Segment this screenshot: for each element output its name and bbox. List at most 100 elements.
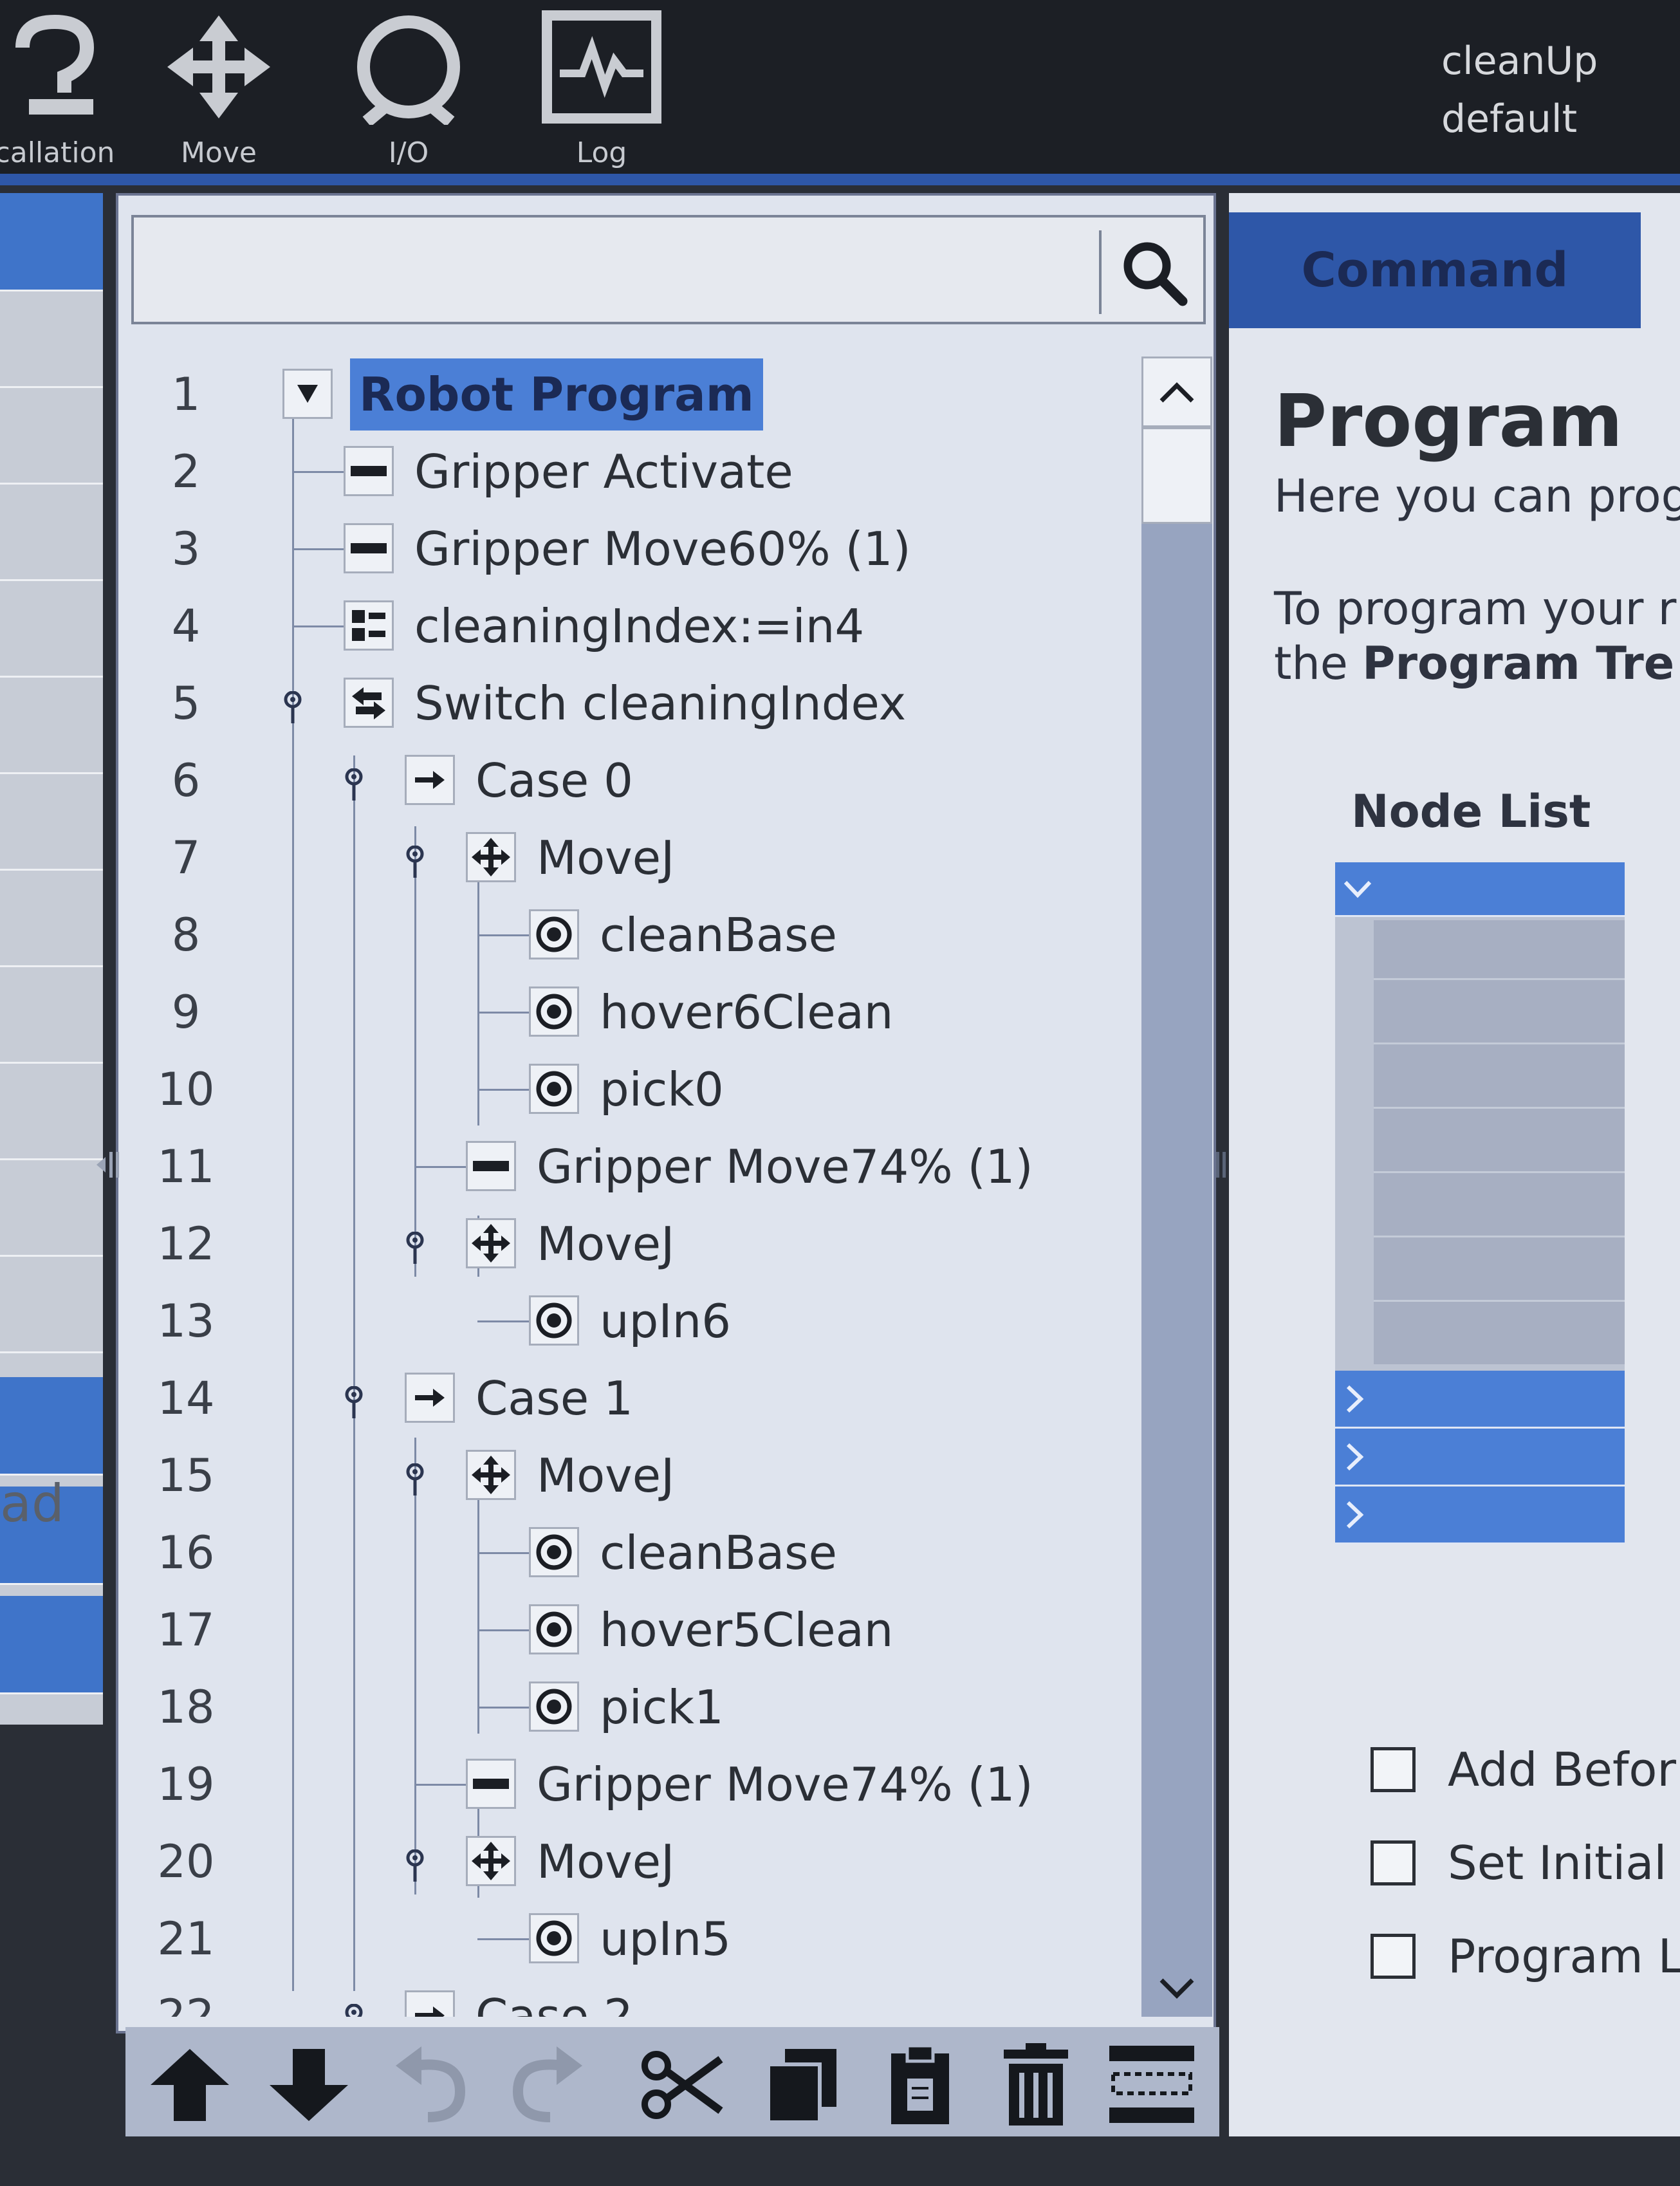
tree-row[interactable]: 11 Gripper Move74% (1): [131, 1129, 1141, 1205]
left-panel-row[interactable]: [0, 483, 103, 581]
tree-node-label[interactable]: pick0: [600, 1051, 724, 1127]
left-panel-row[interactable]: [0, 1377, 103, 1476]
node-list-item-collapsed[interactable]: [1335, 1487, 1625, 1544]
tree-row[interactable]: 10 pick0: [131, 1051, 1141, 1127]
program-loop-checkbox[interactable]: [1371, 1934, 1416, 1979]
move-down-button[interactable]: [261, 2040, 357, 2130]
undo-button[interactable]: [383, 2040, 479, 2130]
tree-row[interactable]: 2 Gripper Activate: [131, 434, 1141, 510]
breakpoint-pin-icon[interactable]: [344, 1386, 364, 1425]
left-panel-row[interactable]: [0, 1062, 103, 1160]
breakpoint-pin-icon[interactable]: [344, 768, 364, 807]
left-panel-row[interactable]: [0, 1158, 103, 1257]
move-tab-button[interactable]: Move: [148, 0, 290, 174]
left-panel-row[interactable]: [0, 1255, 103, 1353]
tree-node-label[interactable]: MoveJ: [537, 1824, 674, 1900]
tree-node-label[interactable]: hover6Clean: [600, 974, 893, 1050]
tree-toolbar: [125, 2027, 1219, 2136]
tree-row[interactable]: 21 upIn5: [131, 1901, 1141, 1977]
node-list-item-expanded[interactable]: [1335, 862, 1625, 917]
tree-row[interactable]: 6 Case 0: [131, 743, 1141, 819]
tree-scrollbar[interactable]: [1141, 357, 1219, 2017]
tree-node-label[interactable]: Gripper Activate: [414, 434, 793, 510]
tree-row[interactable]: 14 Case 1: [131, 1360, 1141, 1436]
copy-button[interactable]: [753, 2040, 849, 2130]
left-panel-row[interactable]: [0, 290, 103, 388]
tree-row[interactable]: 7 MoveJ: [131, 820, 1141, 896]
tree-row[interactable]: 9 hover6Clean: [131, 974, 1141, 1050]
breakpoint-pin-icon[interactable]: [405, 846, 425, 884]
tree-row[interactable]: 16 cleanBase: [131, 1515, 1141, 1591]
tree-row[interactable]: 13 upIn6: [131, 1283, 1141, 1359]
left-panel-row[interactable]: [0, 1596, 103, 1694]
tree-node-label[interactable]: Case 0: [475, 743, 633, 819]
scroll-track[interactable]: [1141, 524, 1212, 2017]
left-panel-row[interactable]: [0, 772, 103, 871]
delete-button[interactable]: [988, 2040, 1084, 2130]
line-number: 13: [157, 1295, 215, 1348]
move-up-button[interactable]: [142, 2040, 238, 2130]
log-tab-button[interactable]: Log: [528, 0, 676, 174]
tree-node-label[interactable]: MoveJ: [537, 1438, 674, 1514]
breakpoint-pin-icon[interactable]: [405, 1463, 425, 1502]
tree-node-label[interactable]: Gripper Move74% (1): [537, 1129, 1033, 1205]
tree-row[interactable]: 4 cleaningIndex:=in4: [131, 588, 1141, 664]
tree-node-label[interactable]: cleaningIndex:=in4: [414, 588, 864, 664]
scroll-up-button[interactable]: [1141, 357, 1212, 427]
left-panel-row[interactable]: [0, 676, 103, 774]
scroll-down-button[interactable]: [1141, 1959, 1212, 2017]
tree-node-label[interactable]: Gripper Move74% (1): [537, 1746, 1033, 1822]
tree-row[interactable]: 1 Robot Program: [131, 357, 1141, 432]
collapse-toggle-icon[interactable]: [282, 369, 333, 419]
breakpoint-pin-icon[interactable]: [405, 1232, 425, 1270]
tree-node-label[interactable]: MoveJ: [537, 820, 674, 896]
tree-row[interactable]: 19 Gripper Move74% (1): [131, 1746, 1141, 1822]
left-panel-row[interactable]: [0, 869, 103, 967]
left-panel-row[interactable]: [0, 193, 103, 292]
redo-button[interactable]: [499, 2040, 595, 2130]
gripper-icon: [466, 1759, 516, 1809]
tree-node-label[interactable]: cleanBase: [600, 1515, 837, 1591]
tree-row[interactable]: 22 Case 2: [131, 1978, 1141, 2017]
io-tab-button[interactable]: I/O: [335, 0, 483, 174]
tree-node-label[interactable]: MoveJ: [537, 1206, 674, 1282]
move-icon: [161, 9, 277, 127]
add-before-checkbox[interactable]: [1371, 1747, 1416, 1792]
tree-node-label[interactable]: Case 2: [475, 1978, 633, 2017]
scroll-thumb[interactable]: [1141, 427, 1212, 524]
tree-row[interactable]: 8 cleanBase: [131, 897, 1141, 973]
node-list-item-collapsed[interactable]: [1335, 1429, 1625, 1487]
tree-row[interactable]: 15 MoveJ: [131, 1438, 1141, 1514]
suppress-button[interactable]: [1103, 2040, 1200, 2130]
node-list-item-collapsed[interactable]: [1335, 1371, 1625, 1429]
tree-row[interactable]: 12 MoveJ: [131, 1206, 1141, 1282]
tree-node-label[interactable]: upIn6: [600, 1283, 731, 1359]
breakpoint-pin-icon[interactable]: [405, 1849, 425, 1888]
cut-button[interactable]: [634, 2040, 730, 2130]
tree-node-label[interactable]: Case 1: [475, 1360, 633, 1436]
breakpoint-pin-icon[interactable]: [283, 691, 302, 730]
tab-command[interactable]: Command: [1229, 212, 1641, 328]
tree-row[interactable]: 20 MoveJ: [131, 1824, 1141, 1900]
left-panel-row[interactable]: [0, 965, 103, 1064]
left-panel-row[interactable]: [0, 579, 103, 678]
breakpoint-pin-icon[interactable]: [344, 2004, 364, 2017]
tree-row[interactable]: 17 hover5Clean: [131, 1592, 1141, 1668]
tree-row[interactable]: 5 Switch cleaningIndex: [131, 665, 1141, 741]
set-initial-checkbox[interactable]: [1371, 1840, 1416, 1885]
panel-splitter-left[interactable]: [90, 1139, 129, 1190]
tree-node-label[interactable]: Gripper Move60% (1): [414, 511, 911, 587]
paste-button[interactable]: [872, 2040, 968, 2130]
tree-node-label[interactable]: pick1: [600, 1669, 724, 1745]
tree-node-label[interactable]: hover5Clean: [600, 1592, 893, 1668]
left-panel-row[interactable]: [0, 386, 103, 485]
installation-tab-button[interactable]: callation: [0, 0, 129, 174]
tree-node-label[interactable]: Robot Program: [350, 358, 763, 431]
tree-search-input[interactable]: [140, 224, 1089, 315]
tree-node-label[interactable]: cleanBase: [600, 897, 837, 973]
search-button[interactable]: [1112, 230, 1195, 314]
tree-node-label[interactable]: Switch cleaningIndex: [414, 665, 906, 741]
tree-row[interactable]: 3 Gripper Move60% (1): [131, 511, 1141, 587]
tree-node-label[interactable]: upIn5: [600, 1901, 731, 1977]
tree-row[interactable]: 18 pick1: [131, 1669, 1141, 1745]
